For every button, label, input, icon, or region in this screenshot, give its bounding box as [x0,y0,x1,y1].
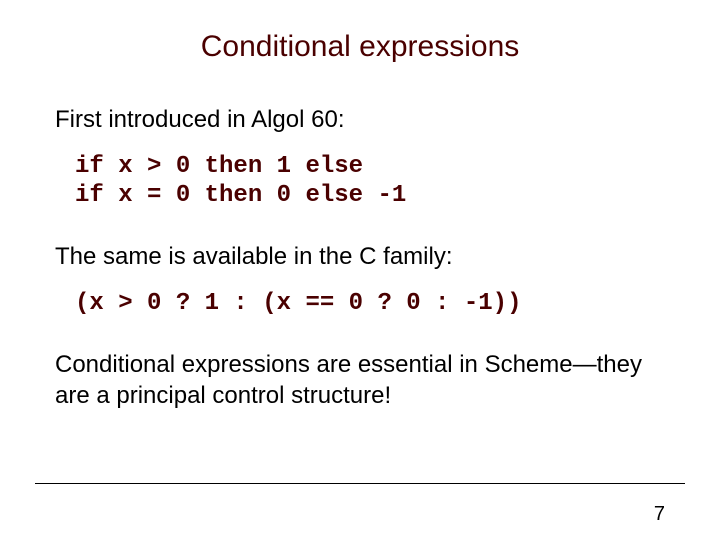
c-code-block: (x > 0 ? 1 : (x == 0 ? 0 : -1)) [75,290,665,319]
footer-rule [35,483,685,484]
c-family-text: The same is available in the C family: [55,241,665,272]
slide-title: Conditional expressions [55,30,665,64]
page-number: 7 [654,503,665,526]
scheme-text: Conditional expressions are essential in… [55,349,665,411]
intro-text: First introduced in Algol 60: [55,104,665,135]
algol-code-block: if x > 0 then 1 else if x = 0 then 0 els… [75,153,665,211]
slide: Conditional expressions First introduced… [0,0,720,540]
